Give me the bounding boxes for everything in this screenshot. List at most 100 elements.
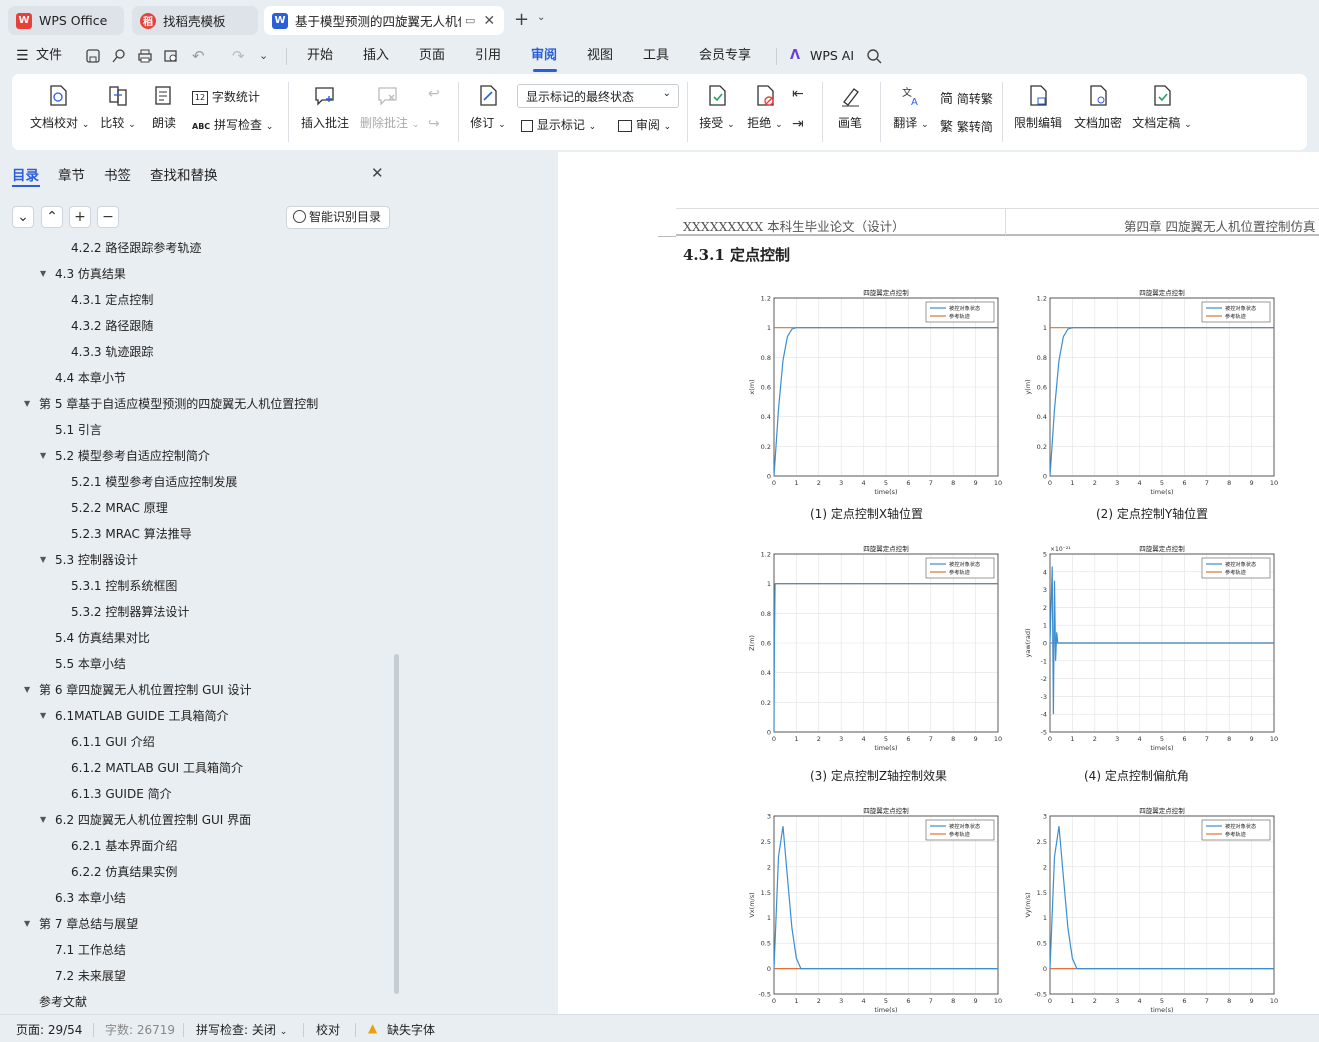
toc-item[interactable]: 6.2.1 基本界面介绍 — [71, 836, 177, 856]
to-simplified-button[interactable]: 繁 繁转简 — [940, 116, 993, 135]
toc-item[interactable]: 第 7 章总结与展望 — [39, 914, 138, 934]
menu-member[interactable]: 会员专享 — [699, 45, 751, 67]
expand-caret-icon[interactable]: ▼ — [40, 706, 46, 726]
insert-comment-button[interactable]: 插入批注 — [300, 84, 350, 131]
page-indicator[interactable]: 页面: 29/54 — [16, 1021, 82, 1038]
toc-item[interactable]: 4.2.2 路径跟踪参考轨迹 — [71, 242, 201, 258]
next-comment-icon[interactable]: ↪ — [428, 116, 440, 132]
toc-item[interactable]: 6.2.2 仿真结果实例 — [71, 862, 177, 882]
toc-item[interactable]: 5.2.2 MRAC 原理 — [71, 498, 168, 518]
collapse-all-button[interactable]: − — [97, 206, 119, 228]
next-change-icon[interactable]: ⇥ — [792, 116, 804, 132]
toc-item[interactable]: 6.1.3 GUIDE 简介 — [71, 784, 172, 804]
new-tab-icon[interactable]: + — [514, 9, 529, 30]
toc-item[interactable]: 5.3.2 控制器算法设计 — [71, 602, 189, 622]
reject-button[interactable]: 拒绝 ⌄ — [746, 84, 784, 131]
expand-caret-icon[interactable]: ▼ — [40, 264, 46, 284]
toc-item[interactable]: 4.4 本章小节 — [55, 368, 126, 388]
toc-scrollbar[interactable] — [394, 654, 399, 994]
menu-reference[interactable]: 引用 — [475, 45, 501, 67]
expand-caret-icon[interactable]: ▼ — [40, 810, 46, 830]
review-pane-button[interactable]: 审阅 ⌄ — [618, 116, 671, 133]
collapse-up-button[interactable]: ⌃ — [41, 206, 63, 228]
encrypt-button[interactable]: 文档加密 — [1072, 84, 1124, 131]
expand-all-button[interactable]: + — [69, 206, 91, 228]
revise-button[interactable]: 修订 ⌄ — [468, 84, 508, 131]
document-page[interactable]: XXXXXXXXX 本科生毕业论文（设计） 第四章 四旋翼无人机位置控制仿真 4… — [558, 152, 1319, 1014]
close-icon[interactable]: ✕ — [483, 13, 495, 29]
nav-tab-bookmarks[interactable]: 书签 — [104, 164, 131, 184]
toc-item[interactable]: 6.3 本章小结 — [55, 888, 126, 908]
hamburger-icon[interactable]: ☰ — [16, 45, 29, 67]
delete-comment-button[interactable]: 删除批注 ⌄ — [360, 84, 419, 131]
pen-button[interactable]: 画笔 — [834, 84, 866, 131]
expand-caret-icon[interactable]: ▼ — [24, 914, 30, 934]
proofread-button[interactable]: 校对 — [316, 1021, 340, 1038]
undo-icon[interactable]: ↶ — [192, 45, 205, 67]
search-icon[interactable] — [866, 48, 882, 64]
expand-caret-icon[interactable]: ▼ — [24, 680, 30, 700]
toc-item[interactable]: 5.3.1 控制系统框图 — [71, 576, 177, 596]
previous-change-icon[interactable]: ⇤ — [792, 86, 804, 102]
tab-docer-templates[interactable]: 稻 找稻壳模板 — [132, 6, 258, 35]
compare-button[interactable]: 比较 ⌄ — [98, 84, 138, 131]
toc-item[interactable]: 5.5 本章小结 — [55, 654, 126, 674]
print-icon[interactable] — [137, 48, 153, 64]
doc-check-button[interactable]: 文档校对 ⌄ — [30, 84, 89, 131]
toc-item[interactable]: 4.3.3 轨迹跟踪 — [71, 342, 153, 362]
menu-wps-ai[interactable]: WPS AI — [810, 45, 854, 67]
tab-document[interactable]: W 基于模型预测的四旋翼无人机位 ▭ ✕ — [264, 6, 504, 35]
print-preview-icon[interactable] — [163, 48, 179, 64]
nav-tab-toc[interactable]: 目录 — [12, 164, 39, 184]
save-icon[interactable] — [85, 48, 101, 64]
toc-item[interactable]: 4.3 仿真结果 — [55, 264, 126, 284]
menu-start[interactable]: 开始 — [307, 45, 333, 67]
finalize-button[interactable]: 文档定稿 ⌄ — [1132, 84, 1192, 131]
menu-view[interactable]: 视图 — [587, 45, 613, 67]
toc-item[interactable]: 5.2 模型参考自适应控制简介 — [55, 446, 210, 466]
expand-caret-icon[interactable]: ▼ — [40, 550, 46, 570]
menu-insert[interactable]: 插入 — [363, 45, 389, 67]
expand-caret-icon[interactable]: ▼ — [24, 394, 30, 414]
collapse-down-button[interactable]: ⌄ — [12, 206, 34, 228]
toc-item[interactable]: 7.2 未来展望 — [55, 966, 126, 986]
quick-access-more-icon[interactable]: ⌄ — [259, 45, 268, 67]
translate-button[interactable]: 文A 翻译 ⌄ — [892, 84, 930, 131]
toc-item[interactable]: 5.3 控制器设计 — [55, 550, 138, 570]
toc-item[interactable]: 5.2.1 模型参考自适应控制发展 — [71, 472, 237, 492]
toc-item[interactable]: 6.1.2 MATLAB GUI 工具箱简介 — [71, 758, 243, 778]
toc-item[interactable]: 第 5 章基于自适应模型预测的四旋翼无人机位置控制 — [39, 394, 318, 414]
menu-tools[interactable]: 工具 — [643, 45, 669, 67]
toc-item[interactable]: 5.1 引言 — [55, 420, 102, 440]
toc-item[interactable]: 4.3.2 路径跟随 — [71, 316, 153, 336]
toc-item[interactable]: 第 6 章四旋翼无人机位置控制 GUI 设计 — [39, 680, 252, 700]
menu-review[interactable]: 审阅 — [531, 45, 557, 67]
toc-item[interactable]: 6.1.1 GUI 介绍 — [71, 732, 155, 752]
chevron-down-icon[interactable]: ⌄ — [537, 12, 545, 23]
word-count-indicator[interactable]: 字数: 26719 — [105, 1021, 175, 1038]
to-traditional-button[interactable]: 简 简转繁 — [940, 88, 993, 107]
spell-check-status[interactable]: 拼写检查: 关闭 ⌄ — [196, 1021, 287, 1038]
toc-item[interactable]: 7.1 工作总结 — [55, 940, 126, 960]
menu-file[interactable]: 文件 — [36, 45, 62, 67]
toc-item[interactable]: 参考文献 — [39, 992, 87, 1012]
export-icon[interactable] — [111, 48, 127, 64]
previous-comment-icon[interactable]: ↩ — [428, 86, 440, 102]
accept-button[interactable]: 接受 ⌄ — [698, 84, 736, 131]
nav-tab-chapters[interactable]: 章节 — [58, 164, 85, 184]
close-icon[interactable]: ✕ — [371, 164, 384, 182]
spell-check-button[interactable]: ABC 拼写检查 ⌄ — [192, 116, 273, 133]
redo-icon[interactable]: ↷ — [232, 45, 245, 67]
show-markup-button[interactable]: 显示标记 ⌄ — [521, 116, 596, 133]
word-count-button[interactable]: 12 字数统计 — [192, 88, 260, 105]
expand-caret-icon[interactable]: ▼ — [40, 446, 46, 466]
menu-page[interactable]: 页面 — [419, 45, 445, 67]
toc-item[interactable]: 6.2 四旋翼无人机位置控制 GUI 界面 — [55, 810, 251, 830]
toc-item[interactable]: 5.4 仿真结果对比 — [55, 628, 150, 648]
restrict-edit-button[interactable]: 限制编辑 — [1012, 84, 1064, 131]
toc-item[interactable]: 5.2.3 MRAC 算法推导 — [71, 524, 192, 544]
nav-tab-find-replace[interactable]: 查找和替换 — [150, 164, 218, 184]
smart-toc-button[interactable]: 智能识别目录 — [286, 206, 390, 229]
toc-item[interactable]: 4.3.1 定点控制 — [71, 290, 153, 310]
tab-wps-office[interactable]: W WPS Office — [8, 6, 124, 35]
